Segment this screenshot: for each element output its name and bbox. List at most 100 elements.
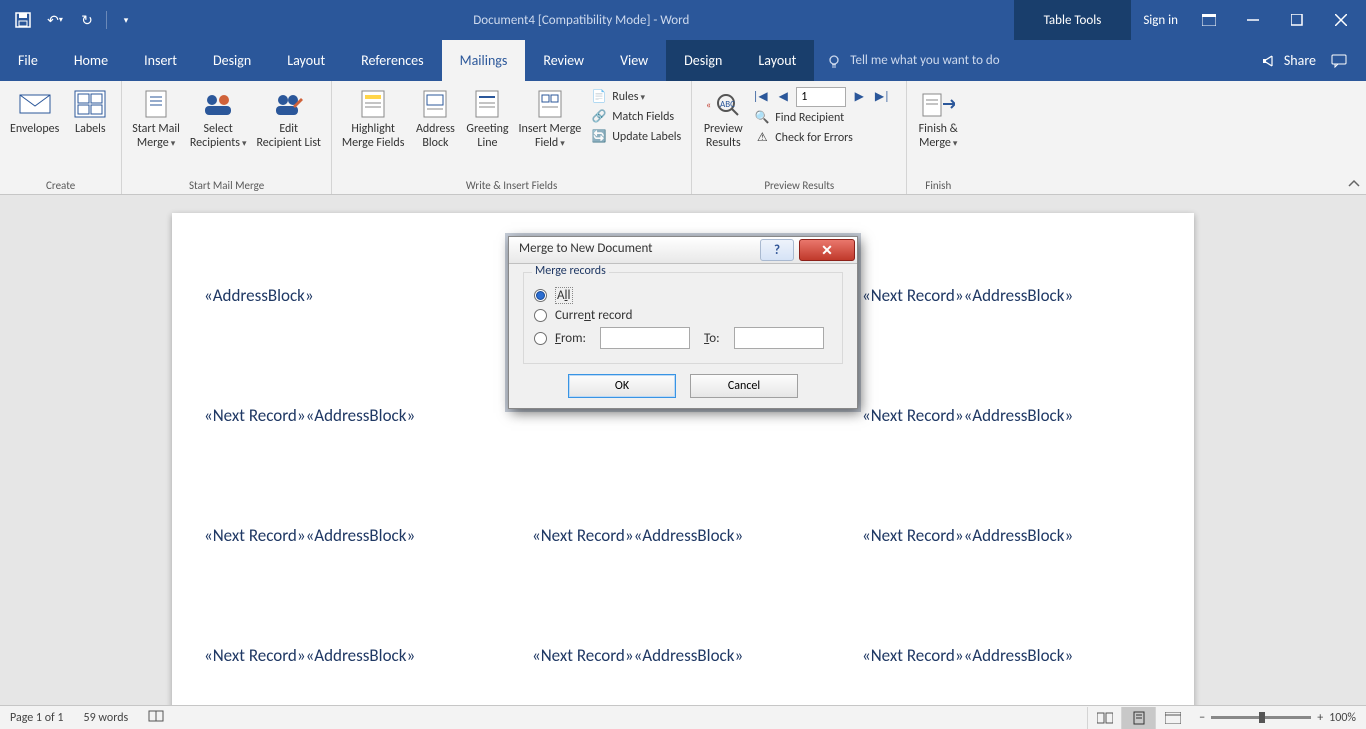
update-labels-button[interactable]: 🔄Update Labels	[587, 128, 685, 146]
label-cell[interactable]: «Next Record»«AddressBlock»	[204, 525, 415, 546]
label-cell[interactable]: «Next Record»«AddressBlock»	[862, 405, 1073, 426]
web-layout-button[interactable]	[1155, 707, 1189, 729]
document-icon	[141, 89, 171, 119]
ribbon-display-options-button[interactable]	[1196, 7, 1222, 33]
next-record-button[interactable]: ▶	[849, 87, 869, 107]
save-icon	[15, 12, 31, 28]
radio-current[interactable]	[534, 309, 547, 322]
tab-insert[interactable]: Insert	[126, 40, 195, 81]
svg-text:«: «	[706, 98, 711, 111]
rules-icon: 📄	[591, 89, 607, 105]
zoom-slider[interactable]	[1211, 716, 1311, 719]
collapse-ribbon-button[interactable]	[1348, 179, 1360, 192]
start-mail-merge-button[interactable]: Start Mail Merge	[128, 83, 184, 151]
find-recipient-button[interactable]: 🔍Find Recipient	[750, 109, 900, 127]
group-write-insert: Highlight Merge Fields Address Block Gre…	[332, 81, 692, 194]
radio-all-row[interactable]: All	[534, 287, 832, 304]
share-button[interactable]: Share	[1262, 52, 1316, 69]
record-navigation: |◀ ◀ ▶ ▶|	[750, 87, 900, 107]
proofing-button[interactable]	[138, 709, 174, 727]
label-cell[interactable]: «Next Record»«AddressBlock»	[862, 285, 1073, 306]
record-number-input[interactable]	[796, 87, 846, 107]
last-record-button[interactable]: ▶|	[872, 87, 892, 107]
radio-from-row[interactable]: From: To:	[534, 327, 832, 349]
preview-results-button[interactable]: «ABC» Preview Results	[698, 83, 748, 151]
tell-me-placeholder: Tell me what you want to do	[850, 53, 999, 68]
dialog-titlebar[interactable]: Merge to New Document ? ✕	[509, 237, 857, 264]
label-cell[interactable]: «AddressBlock»	[204, 285, 314, 306]
dialog-close-button[interactable]: ✕	[799, 239, 855, 261]
find-icon: 🔍	[754, 110, 770, 126]
select-recipients-button[interactable]: Select Recipients	[186, 83, 251, 151]
zoom-percent[interactable]: 100%	[1329, 711, 1356, 725]
radio-current-row[interactable]: Current record	[534, 308, 832, 323]
titlebar-right: Sign in	[1131, 7, 1366, 33]
to-input[interactable]	[734, 327, 824, 349]
print-layout-button[interactable]	[1121, 707, 1155, 729]
read-mode-button[interactable]	[1087, 707, 1121, 729]
radio-current-label: Current record	[555, 308, 632, 323]
insert-merge-field-button[interactable]: Insert Merge Field	[515, 83, 586, 151]
label-cell[interactable]: «Next Record»«AddressBlock»	[532, 525, 743, 546]
tab-home[interactable]: Home	[56, 40, 126, 81]
help-icon: ?	[774, 243, 780, 258]
radio-from[interactable]	[534, 332, 547, 345]
label-cell[interactable]: «Next Record»«AddressBlock»	[532, 645, 743, 666]
dialog-help-button[interactable]: ?	[760, 239, 794, 261]
match-icon: 🔗	[591, 109, 607, 125]
comments-button[interactable]	[1326, 48, 1352, 74]
edit-recipient-list-button[interactable]: Edit Recipient List	[252, 83, 324, 151]
ok-button[interactable]: OK	[568, 374, 676, 398]
update-icon: 🔄	[591, 129, 607, 145]
tab-mailings[interactable]: Mailings	[442, 40, 526, 81]
tell-me-search[interactable]: Tell me what you want to do	[814, 40, 1248, 81]
merge-records-group: Merge records All Current record From: T…	[523, 272, 843, 364]
sign-in-link[interactable]: Sign in	[1143, 13, 1178, 28]
zoom-out-button[interactable]: −	[1199, 711, 1205, 725]
redo-button[interactable]: ↻	[74, 7, 100, 33]
cancel-button[interactable]: Cancel	[690, 374, 798, 398]
word-count[interactable]: 59 words	[74, 711, 139, 725]
tab-table-design[interactable]: Design	[666, 40, 740, 81]
tab-references[interactable]: References	[343, 40, 441, 81]
envelopes-button[interactable]: Envelopes	[6, 83, 63, 136]
finish-merge-button[interactable]: Finish & Merge	[913, 83, 963, 151]
group-finish-label: Finish	[913, 179, 963, 194]
tab-layout[interactable]: Layout	[269, 40, 343, 81]
label-cell[interactable]: «Next Record»«AddressBlock»	[204, 405, 415, 426]
undo-button[interactable]: ↶▾	[42, 7, 68, 33]
zoom-in-button[interactable]: +	[1317, 711, 1323, 725]
tab-review[interactable]: Review	[525, 40, 602, 81]
titlebar: ↶▾ ↻ ▾ Document4 [Compatibility Mode] - …	[0, 0, 1366, 40]
minimize-button[interactable]	[1240, 7, 1266, 33]
rules-button[interactable]: 📄Rules	[587, 88, 685, 106]
tab-file[interactable]: File	[0, 40, 56, 81]
label-cell[interactable]: «Next Record»«AddressBlock»	[204, 645, 415, 666]
greeting-line-button[interactable]: Greeting Line	[462, 83, 512, 151]
check-errors-button[interactable]: ⚠Check for Errors	[750, 129, 900, 147]
book-icon	[148, 709, 164, 723]
address-block-button[interactable]: Address Block	[410, 83, 460, 151]
page-status[interactable]: Page 1 of 1	[0, 711, 74, 725]
zoom-thumb[interactable]	[1259, 712, 1265, 723]
qat-customize-button[interactable]: ▾	[113, 7, 139, 33]
tab-table-layout[interactable]: Layout	[740, 40, 814, 81]
labels-button[interactable]: Labels	[65, 83, 115, 136]
highlight-merge-fields-button[interactable]: Highlight Merge Fields	[338, 83, 408, 151]
save-button[interactable]	[10, 7, 36, 33]
tab-design[interactable]: Design	[195, 40, 269, 81]
close-button[interactable]	[1328, 7, 1354, 33]
prev-record-button[interactable]: ◀	[773, 87, 793, 107]
finish-icon	[921, 90, 955, 118]
svg-text:»: »	[739, 98, 740, 111]
label-cell[interactable]: «Next Record»«AddressBlock»	[862, 525, 1073, 546]
from-input[interactable]	[600, 327, 690, 349]
maximize-button[interactable]	[1284, 7, 1310, 33]
match-fields-button[interactable]: 🔗Match Fields	[587, 108, 685, 126]
envelope-icon	[19, 92, 51, 116]
svg-text:ABC: ABC	[720, 99, 735, 110]
label-cell[interactable]: «Next Record»«AddressBlock»	[862, 645, 1073, 666]
tab-view[interactable]: View	[602, 40, 666, 81]
radio-all[interactable]	[534, 289, 547, 302]
first-record-button[interactable]: |◀	[750, 87, 770, 107]
